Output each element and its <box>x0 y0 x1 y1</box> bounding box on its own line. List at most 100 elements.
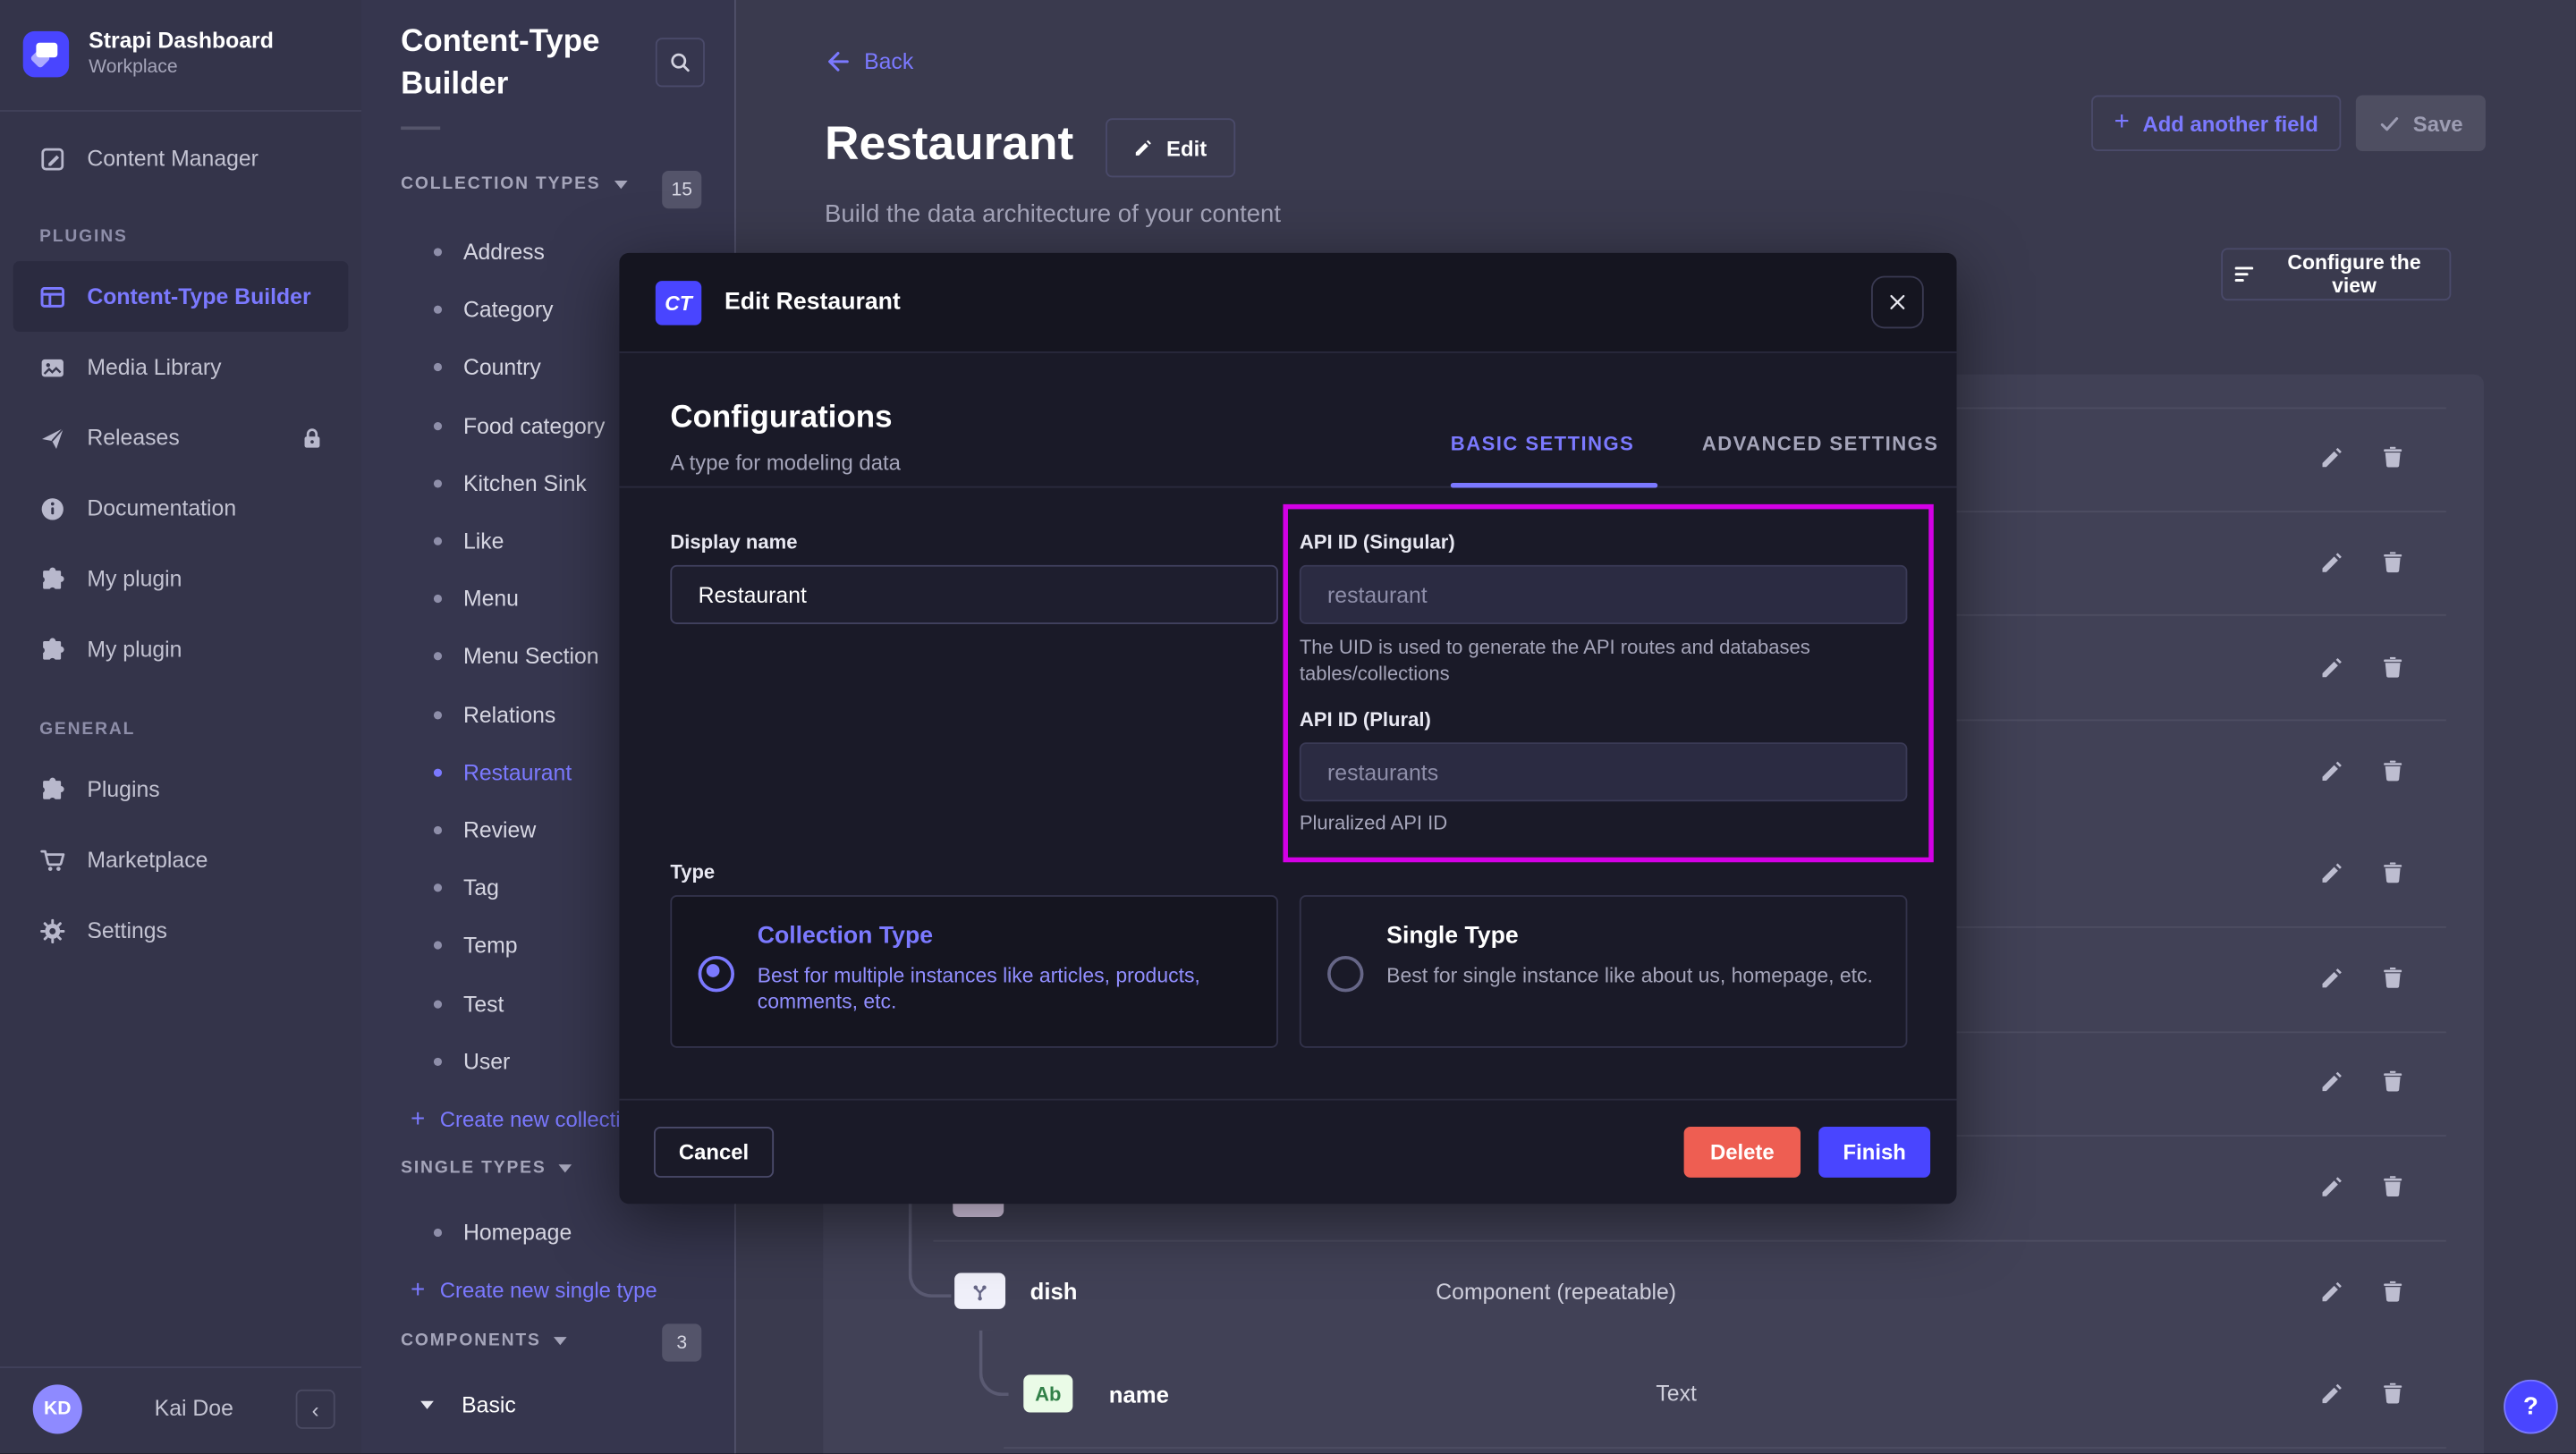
delete-button[interactable]: Delete <box>1684 1127 1801 1178</box>
sidebar-item[interactable]: Releases <box>13 402 349 473</box>
api-id-singular-input[interactable]: restaurant <box>1300 565 1908 624</box>
api-id-plural-label: API ID (Plural) <box>1300 708 1431 731</box>
pencil-icon[interactable] <box>2319 445 2344 470</box>
api-id-singular-label: API ID (Singular) <box>1300 530 1455 554</box>
save-button[interactable]: Save <box>2356 96 2486 151</box>
bullet-icon <box>434 421 442 429</box>
sidebar-item[interactable]: Documentation <box>13 473 349 544</box>
active-tab-underline <box>1451 483 1657 488</box>
configure-view-button[interactable]: Configure the view <box>2221 248 2451 300</box>
sidebar-item[interactable]: Settings <box>13 895 349 966</box>
bullet-icon <box>434 249 442 257</box>
puzzle-icon <box>39 776 65 802</box>
pencil-icon[interactable] <box>2319 1069 2344 1095</box>
bullet-icon <box>434 883 442 892</box>
field-name: name <box>1109 1382 1169 1408</box>
bullet-icon <box>434 1000 442 1008</box>
search-button[interactable] <box>656 38 705 87</box>
trash-icon[interactable] <box>2380 860 2405 885</box>
trash-icon[interactable] <box>2380 759 2405 784</box>
pencil-icon[interactable] <box>2319 550 2344 575</box>
sidebar-item[interactable]: Plugins <box>13 754 349 824</box>
avatar[interactable]: KD <box>33 1384 82 1433</box>
bullet-icon <box>434 537 442 545</box>
back-link[interactable]: Back <box>826 49 913 74</box>
bullet-icon <box>434 479 442 487</box>
plugins-heading: PLUGINS <box>39 226 128 246</box>
pencil-icon[interactable] <box>2319 655 2344 681</box>
sidebar-item[interactable]: Media Library <box>13 332 349 402</box>
tab-advanced-settings[interactable]: ADVANCED SETTINGS <box>1702 432 1939 455</box>
modal-footer: Cancel Delete Finish <box>619 1099 1956 1205</box>
cancel-button[interactable]: Cancel <box>654 1127 774 1178</box>
divider <box>619 486 1956 488</box>
sidebar-item[interactable]: My plugin <box>13 614 349 685</box>
bullet-icon <box>434 364 442 372</box>
lock-icon <box>299 425 325 451</box>
row-actions <box>2319 550 2425 575</box>
sidebar-item[interactable]: Marketplace <box>13 824 349 895</box>
api-id-plural-input[interactable]: restaurants <box>1300 742 1908 801</box>
trash-icon[interactable] <box>2380 550 2405 575</box>
components-header[interactable]: COMPONENTS <box>401 1331 567 1350</box>
trash-icon[interactable] <box>2380 966 2405 991</box>
content-type-badge: CT <box>656 281 701 325</box>
finish-button[interactable]: Finish <box>1818 1127 1930 1178</box>
gear-icon <box>39 917 65 943</box>
component-group-basic[interactable]: Basic <box>420 1384 516 1424</box>
edit-button[interactable]: Edit <box>1106 118 1234 177</box>
row-actions <box>2319 759 2425 784</box>
field-type: Component (repeatable) <box>1436 1280 1676 1305</box>
bullet-icon <box>434 306 442 314</box>
row-divider <box>933 1240 2446 1242</box>
single-types-header[interactable]: SINGLE TYPES <box>401 1158 572 1178</box>
edit-restaurant-modal: CT Edit Restaurant Configurations A type… <box>619 253 1956 1204</box>
strapi-logo-icon <box>23 31 69 77</box>
close-button[interactable] <box>1871 276 1924 329</box>
divider <box>0 1366 361 1368</box>
trash-icon[interactable] <box>2380 655 2405 681</box>
row-divider <box>1004 1447 2446 1449</box>
puzzle-icon <box>39 566 65 592</box>
sidebar-item[interactable]: My plugin <box>13 544 349 614</box>
layout-icon <box>39 283 65 309</box>
divider <box>401 126 440 130</box>
field-type: Text <box>1656 1382 1696 1407</box>
row-actions <box>2319 966 2425 991</box>
single-type-item[interactable]: Homepage <box>361 1204 807 1262</box>
field-name: dish <box>1030 1278 1078 1304</box>
paper-plane-icon <box>39 425 65 451</box>
chevron-down-icon <box>559 1163 572 1171</box>
help-button[interactable]: ? <box>2504 1380 2558 1434</box>
add-another-field-button[interactable]: + Add another field <box>2091 96 2341 151</box>
brand-subtitle: Workplace <box>89 55 274 80</box>
pencil-icon[interactable] <box>2319 966 2344 991</box>
pencil-icon[interactable] <box>2319 759 2344 784</box>
trash-icon[interactable] <box>2380 1174 2405 1199</box>
sidebar-item-content-manager[interactable]: Content Manager <box>0 123 361 194</box>
create-single-type-link[interactable]: + Create new single type <box>411 1270 657 1309</box>
modal-body: Configurations A type for modeling data … <box>619 351 1956 1099</box>
component-icon <box>954 1272 1005 1308</box>
strapi-app: Strapi Dashboard Workplace Content Manag… <box>0 0 2576 1454</box>
collection-type-option[interactable]: Collection Type Best for multiple instan… <box>670 895 1278 1048</box>
trash-icon[interactable] <box>2380 1069 2405 1095</box>
row-actions <box>2319 445 2425 470</box>
brand-title: Strapi Dashboard <box>89 28 274 55</box>
single-type-option[interactable]: Single Type Best for single instance lik… <box>1300 895 1908 1048</box>
collapse-sidebar-button[interactable]: ‹ <box>296 1390 335 1429</box>
sidebar-item[interactable]: Content-Type Builder <box>13 261 349 332</box>
brand[interactable]: Strapi Dashboard Workplace <box>23 28 352 80</box>
display-name-input[interactable]: Restaurant <box>670 565 1278 624</box>
general-nav: Plugins Marketplace Settings <box>0 754 361 966</box>
pencil-icon[interactable] <box>2319 1174 2344 1199</box>
trash-icon[interactable] <box>2380 445 2405 470</box>
pencil-icon[interactable] <box>2319 860 2344 885</box>
plus-icon: + <box>411 1106 425 1131</box>
plus-icon: + <box>2114 108 2130 138</box>
tab-basic-settings[interactable]: BASIC SETTINGS <box>1451 432 1635 455</box>
bullet-icon <box>434 768 442 776</box>
chevron-down-icon <box>614 180 627 188</box>
collection-types-header[interactable]: COLLECTION TYPES <box>401 174 627 194</box>
row-actions <box>2319 655 2425 681</box>
